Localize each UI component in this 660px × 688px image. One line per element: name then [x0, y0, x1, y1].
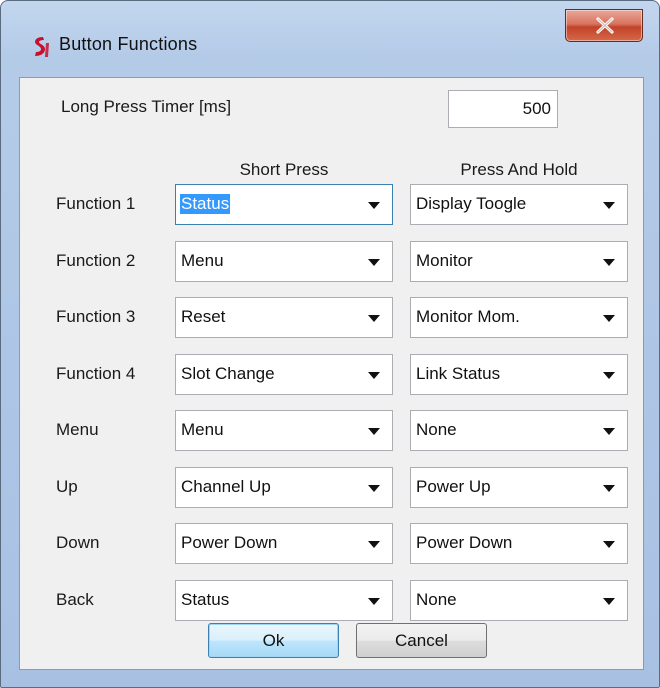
chevron-down-icon[interactable]	[603, 259, 615, 266]
press-and-hold-dropdown[interactable]: Monitor	[410, 241, 628, 282]
press-and-hold-dropdown[interactable]: None	[410, 410, 628, 451]
row-label: Function 2	[56, 251, 136, 270]
chevron-down-icon[interactable]	[368, 485, 380, 492]
press-and-hold-dropdown[interactable]: Display Toogle	[410, 184, 628, 225]
chevron-down-icon[interactable]	[368, 541, 380, 548]
short-press-dropdown[interactable]: Slot Change	[175, 354, 393, 395]
press-and-hold-header: Press And Hold	[460, 160, 578, 179]
row-label: Function 4	[56, 364, 136, 383]
long-press-timer-input[interactable]: 500	[448, 90, 558, 128]
chevron-down-icon[interactable]	[368, 428, 380, 435]
chevron-down-icon[interactable]	[603, 315, 615, 322]
dropdown-value: Menu	[181, 420, 224, 439]
dropdown-value: Menu	[181, 251, 224, 270]
press-and-hold-dropdown[interactable]: Power Down	[410, 523, 628, 564]
row-label: Function 1	[56, 194, 136, 213]
press-and-hold-dropdown[interactable]: None	[410, 580, 628, 621]
short-press-dropdown[interactable]: Power Down	[175, 523, 393, 564]
chevron-down-icon[interactable]	[603, 428, 615, 435]
dropdown-value: Monitor	[416, 251, 473, 270]
dropdown-value: None	[416, 590, 457, 609]
dropdown-value: Power Up	[416, 477, 491, 496]
chevron-down-icon[interactable]	[603, 598, 615, 605]
short-press-dropdown[interactable]: Channel Up	[175, 467, 393, 508]
chevron-down-icon[interactable]	[603, 372, 615, 379]
press-and-hold-dropdown[interactable]: Link Status	[410, 354, 628, 395]
dropdown-value: Monitor Mom.	[416, 307, 520, 326]
dropdown-value: None	[416, 420, 457, 439]
short-press-dropdown[interactable]: Menu	[175, 410, 393, 451]
row-label: Up	[56, 477, 78, 496]
dropdown-value: Status	[180, 194, 231, 214]
close-button[interactable]	[565, 9, 643, 42]
chevron-down-icon[interactable]	[368, 372, 380, 379]
long-press-timer-label: Long Press Timer [ms]	[61, 97, 232, 116]
short-press-header: Short Press	[239, 160, 329, 179]
chevron-down-icon[interactable]	[603, 541, 615, 548]
short-press-dropdown[interactable]: Reset	[175, 297, 393, 338]
close-icon	[596, 17, 614, 34]
row-label: Function 3	[56, 307, 136, 326]
dialog-window: Button Functions Long Press Timer [ms] 5…	[0, 0, 660, 688]
row-label: Menu	[56, 420, 99, 439]
short-press-dropdown[interactable]: Status	[175, 580, 393, 621]
row-label: Down	[56, 533, 100, 552]
chevron-down-icon[interactable]	[368, 315, 380, 322]
press-and-hold-dropdown[interactable]: Monitor Mom.	[410, 297, 628, 338]
chevron-down-icon[interactable]	[368, 202, 380, 209]
dropdown-value: Power Down	[181, 533, 278, 552]
dialog-client-area: Long Press Timer [ms] 500 Short Press Pr…	[19, 77, 644, 670]
chevron-down-icon[interactable]	[603, 485, 615, 492]
press-and-hold-dropdown[interactable]: Power Up	[410, 467, 628, 508]
dropdown-value: Status	[181, 590, 230, 609]
chevron-down-icon[interactable]	[603, 202, 615, 209]
title-bar[interactable]: Button Functions	[1, 1, 659, 77]
dropdown-value: Link Status	[416, 364, 501, 383]
chevron-down-icon[interactable]	[368, 598, 380, 605]
chevron-down-icon[interactable]	[368, 259, 380, 266]
row-label: Back	[56, 590, 94, 609]
cancel-button[interactable]: Cancel	[356, 623, 487, 658]
dropdown-value: Display Toogle	[416, 194, 527, 213]
window-title: Button Functions	[59, 34, 198, 54]
dropdown-value: Reset	[181, 307, 226, 326]
dropdown-value: Slot Change	[181, 364, 275, 383]
dropdown-value: Channel Up	[181, 477, 271, 496]
ok-button[interactable]: Ok	[208, 623, 339, 658]
dropdown-value: Power Down	[416, 533, 513, 552]
short-press-dropdown[interactable]: Menu	[175, 241, 393, 282]
short-press-dropdown[interactable]: Status	[175, 184, 393, 225]
app-logo-icon	[32, 35, 52, 59]
